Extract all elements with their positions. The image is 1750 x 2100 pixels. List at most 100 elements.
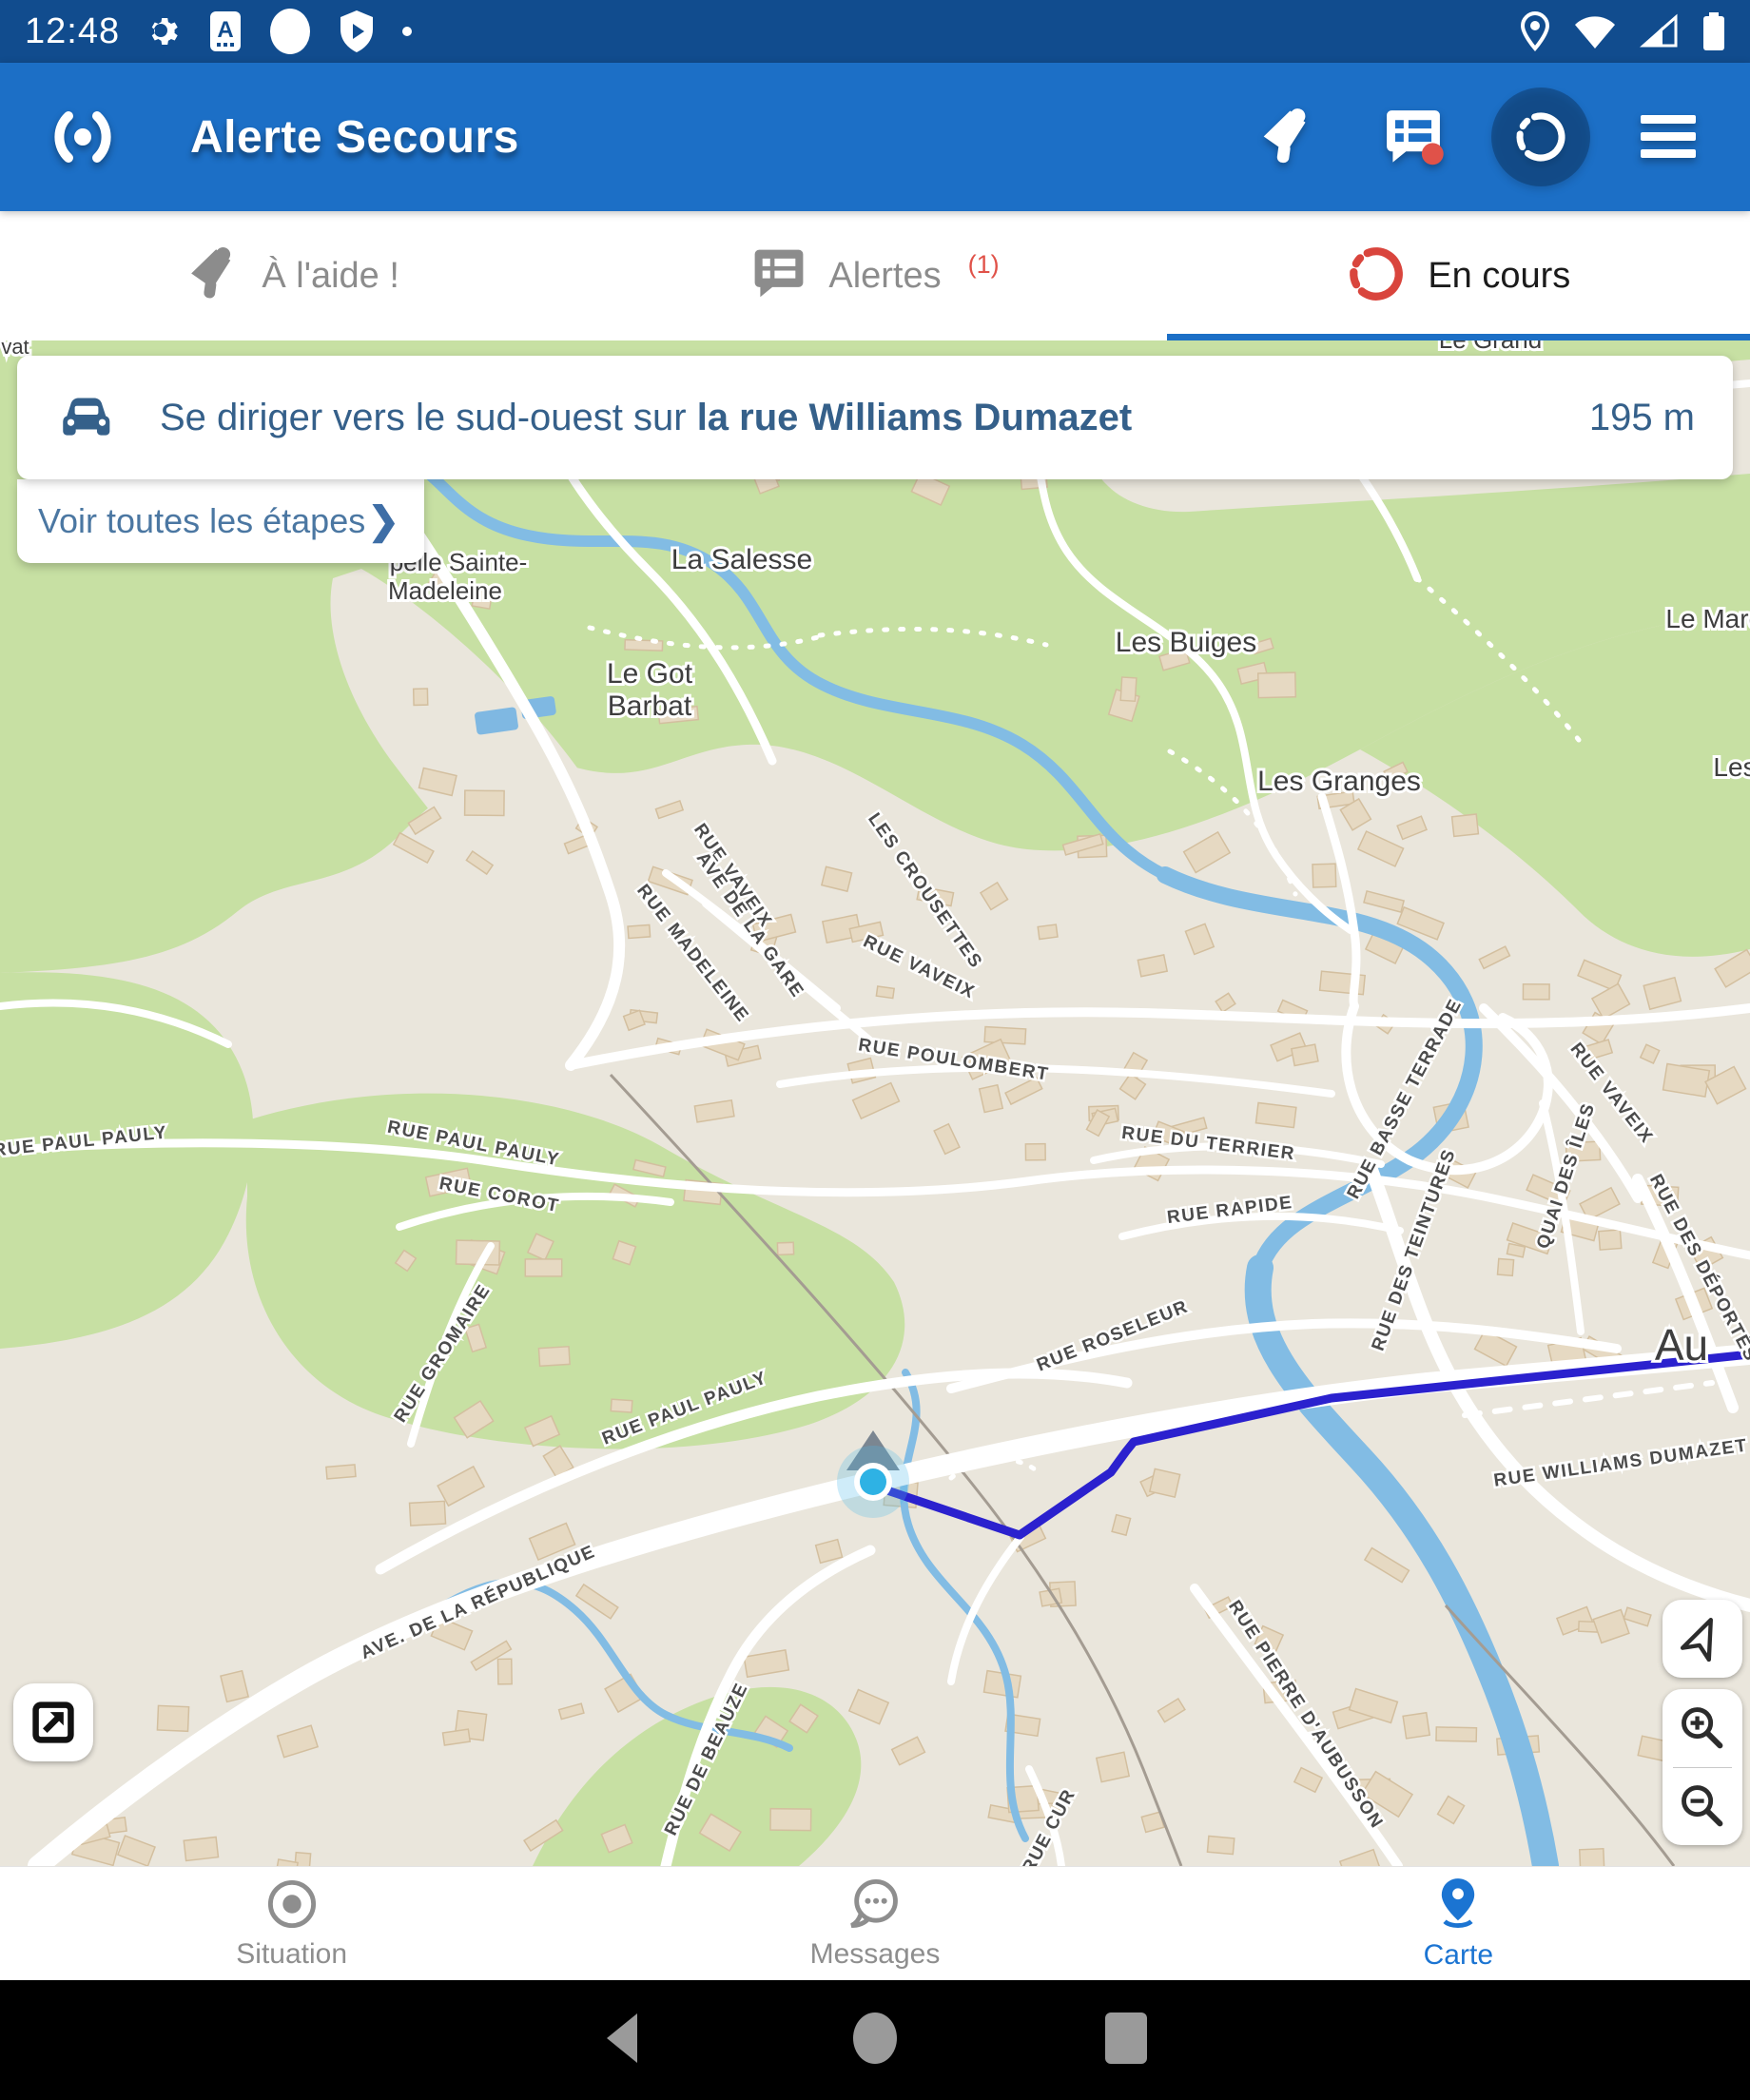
- building: [1207, 1836, 1234, 1854]
- building: [326, 1465, 356, 1479]
- building: [497, 1659, 512, 1684]
- building: [1312, 864, 1336, 887]
- alerts-count-badge: (1): [968, 250, 1000, 280]
- place-label: Les Granges: [1257, 766, 1421, 797]
- gear-icon: [146, 13, 183, 49]
- clock: 12:48: [25, 11, 120, 52]
- android-back-button[interactable]: [599, 2011, 649, 2071]
- chat-button[interactable]: [1364, 88, 1463, 186]
- tab-a-laide-label: À l'aide !: [262, 256, 399, 297]
- building: [157, 1705, 188, 1731]
- map-canvas[interactable]: RUE PAUL PAULYRUE PAUL PAULYRUE COROTRUE…: [0, 340, 1750, 1866]
- building: [525, 1259, 561, 1276]
- menu-button[interactable]: [1619, 88, 1718, 186]
- building: [1292, 1044, 1318, 1065]
- building: [1097, 1752, 1129, 1781]
- place-label: Barbat: [608, 690, 692, 722]
- place-label: La Salesse: [671, 544, 812, 575]
- zoom-out-icon: [1678, 1781, 1727, 1831]
- building: [443, 1729, 471, 1745]
- building: [984, 1027, 1025, 1044]
- view-all-steps-button[interactable]: Voir toutes les étapes ❯: [17, 479, 424, 563]
- map-pin-icon: [1431, 1876, 1485, 1932]
- zoom-in-button[interactable]: [1662, 1689, 1742, 1767]
- nav-item-carte[interactable]: Carte: [1167, 1867, 1750, 1980]
- shield-play-icon: [339, 10, 375, 53]
- car-icon: [55, 392, 118, 444]
- in-progress-spinner-button[interactable]: [1491, 88, 1590, 186]
- tab-en-cours-label: En cours: [1428, 256, 1570, 297]
- tab-alertes[interactable]: Alertes (1): [583, 211, 1166, 340]
- tab-alertes-label: Alertes: [828, 256, 941, 297]
- zoom-controls: [1662, 1689, 1742, 1845]
- place-label: Les Buiges: [1116, 627, 1256, 658]
- android-home-button[interactable]: [850, 2011, 900, 2071]
- building: [414, 689, 428, 705]
- instruction-text: Se diriger vers le sud-ouest sur la rue …: [160, 397, 1132, 439]
- nav-item-situation[interactable]: Situation: [0, 1867, 583, 1980]
- place-label: Au: [1655, 1320, 1708, 1370]
- in-progress-spinner-icon: [1346, 243, 1407, 309]
- building: [1120, 677, 1137, 701]
- building: [777, 1242, 793, 1254]
- alerts-list-icon: [750, 245, 807, 307]
- chevron-right-icon: ❯: [367, 499, 399, 543]
- app-bar: Alerte Secours: [0, 63, 1750, 211]
- zoom-out-button[interactable]: [1662, 1768, 1742, 1846]
- app-logo-icon: [46, 100, 120, 174]
- keyboard-app-icon: A: [209, 10, 242, 52]
- building: [465, 790, 505, 815]
- building: [1038, 924, 1058, 939]
- android-recents-button[interactable]: [1101, 2011, 1151, 2071]
- building: [410, 1501, 446, 1526]
- building: [1436, 1727, 1476, 1741]
- nav-item-carte-label: Carte: [1424, 1939, 1493, 1972]
- cellular-signal-icon: [1640, 13, 1680, 49]
- building: [1150, 1468, 1180, 1497]
- place-label: Le Grand: [1439, 340, 1542, 354]
- building: [628, 924, 651, 938]
- megaphone-button[interactable]: [1236, 88, 1335, 186]
- status-bar: 12:48 A: [0, 0, 1750, 63]
- app-title: Alerte Secours: [190, 111, 519, 164]
- place-label: Madeleine: [388, 576, 502, 605]
- distance-to-maneuver: 195 m: [1589, 397, 1695, 439]
- small-dot-icon: [401, 26, 413, 37]
- building: [1523, 984, 1549, 1000]
- place-label: Les: [1713, 752, 1750, 782]
- nav-item-messages-label: Messages: [810, 1938, 941, 1971]
- tab-en-cours[interactable]: En cours: [1167, 211, 1750, 340]
- active-tab-indicator: [1167, 334, 1750, 340]
- compass-button[interactable]: [1662, 1600, 1742, 1678]
- building: [876, 986, 894, 999]
- navigation-arrow-icon: [1682, 1614, 1724, 1660]
- bottom-navigation: Situation Messages Carte: [0, 1866, 1750, 1980]
- wifi-icon: [1573, 13, 1617, 49]
- building: [1599, 1230, 1622, 1250]
- nav-item-situation-label: Situation: [236, 1938, 347, 1971]
- fullscreen-button[interactable]: [13, 1683, 93, 1761]
- building: [184, 1837, 218, 1860]
- svg-text:A: A: [217, 17, 233, 43]
- tab-bar: À l'aide ! Alertes (1) En cours: [0, 211, 1750, 340]
- building: [1580, 1849, 1604, 1866]
- megaphone-tab-icon: [184, 245, 241, 307]
- building: [1025, 1144, 1045, 1160]
- tab-a-laide[interactable]: À l'aide !: [0, 211, 583, 340]
- navigation-instruction-card: Se diriger vers le sud-ouest sur la rue …: [17, 356, 1733, 479]
- building: [1255, 1102, 1295, 1127]
- building: [770, 1809, 811, 1831]
- building: [1403, 1713, 1429, 1739]
- place-label: Le Got: [607, 658, 693, 690]
- situation-target-icon: [265, 1877, 319, 1931]
- battery-icon: [1702, 11, 1725, 51]
- building: [1452, 814, 1479, 836]
- android-navigation-bar: [0, 1980, 1750, 2100]
- messages-bubble-icon: [847, 1877, 903, 1931]
- place-label: Le Marc: [1665, 604, 1750, 633]
- nav-item-messages[interactable]: Messages: [583, 1867, 1166, 1980]
- notification-dot-icon: [268, 8, 312, 55]
- zoom-in-icon: [1678, 1703, 1727, 1753]
- building: [1497, 1258, 1513, 1275]
- building: [611, 1399, 632, 1412]
